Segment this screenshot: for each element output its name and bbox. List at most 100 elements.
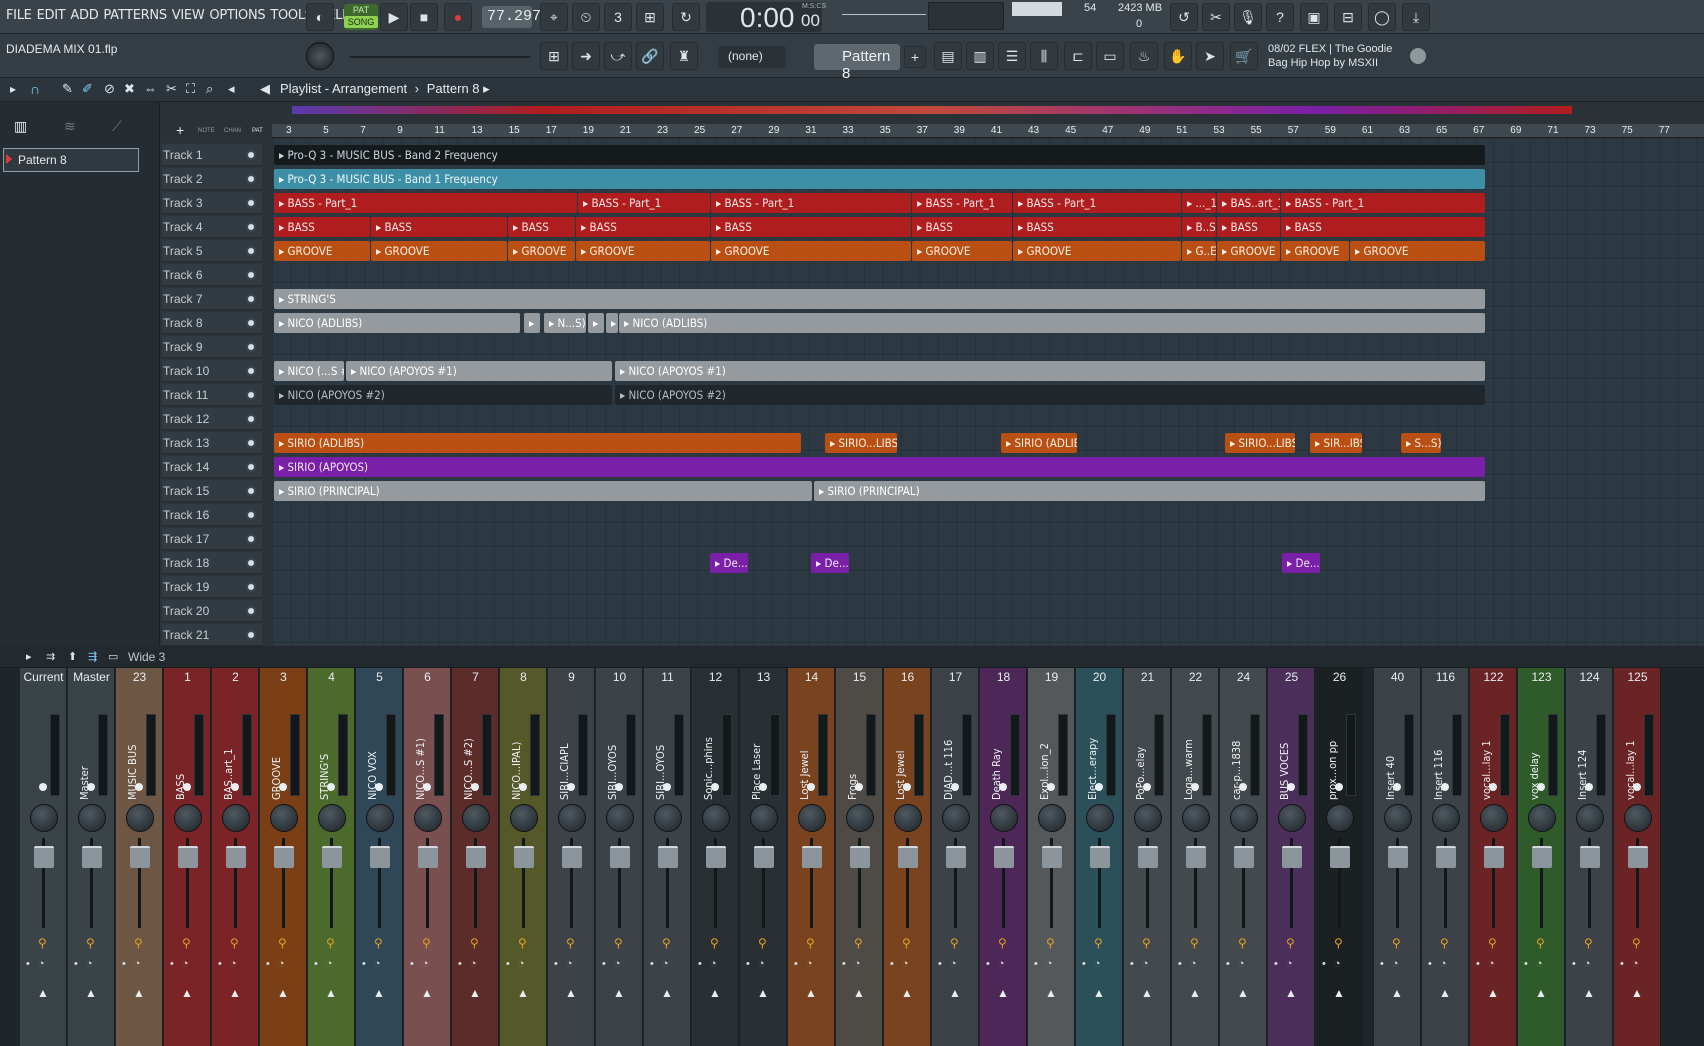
- send-arrow-icon[interactable]: ▲: [901, 986, 913, 1000]
- send-arrow-icon[interactable]: ▲: [1093, 986, 1105, 1000]
- mixer-track[interactable]: 10 SIRI...OYOS ⚲ •◔ ▲: [596, 668, 643, 1046]
- mixer-track[interactable]: 125 vocal...lay 1 ⚲ •◔ ▲: [1614, 668, 1661, 1046]
- mute-led-icon[interactable]: [711, 783, 719, 791]
- playback-tool-icon[interactable]: ◂: [228, 81, 235, 97]
- routing-icons[interactable]: •◔: [74, 958, 101, 970]
- routing-icons[interactable]: •◔: [1034, 958, 1061, 970]
- mixer-track[interactable]: 7 NICO...S #2) ⚲ •◔ ▲: [452, 668, 499, 1046]
- routing-icons[interactable]: •◔: [1380, 958, 1407, 970]
- volume-fader[interactable]: [994, 846, 1014, 868]
- playlist-clip[interactable]: ▸ NICO (APOYOS #2): [274, 385, 612, 405]
- playlist-clip[interactable]: ▸: [588, 313, 604, 333]
- playlist-clip[interactable]: ▸ SIR...IBS): [1310, 433, 1362, 453]
- lock-icon[interactable]: ⚲: [998, 936, 1007, 950]
- mute-led-icon[interactable]: [1441, 783, 1449, 791]
- playlist-clip[interactable]: ▸ De...y: [811, 553, 849, 573]
- mixer-track[interactable]: 14 Lost Jewel ⚲ •◔ ▲: [788, 668, 835, 1046]
- playlist-options-icon[interactable]: ▸: [10, 82, 16, 96]
- mute-led-icon[interactable]: [279, 783, 287, 791]
- track-header[interactable]: Track 15: [162, 480, 262, 502]
- playlist-clip[interactable]: ▸ G..E: [1182, 241, 1216, 261]
- playlist-clip[interactable]: ▸ BASS - Part_1: [578, 193, 710, 213]
- volume-fader[interactable]: [274, 846, 294, 868]
- slice-tool-icon[interactable]: ✂: [166, 81, 177, 97]
- slide-icon[interactable]: ⤻: [604, 42, 632, 70]
- download-icon[interactable]: ⤓: [1402, 3, 1430, 31]
- mute-led-icon[interactable]: [231, 783, 239, 791]
- send-arrow-icon[interactable]: ▲: [421, 986, 433, 1000]
- track-mute-led-icon[interactable]: [246, 414, 256, 424]
- track-header[interactable]: Track 10: [162, 360, 262, 382]
- mute-led-icon[interactable]: [1239, 783, 1247, 791]
- lock-icon[interactable]: ⚲: [38, 936, 47, 950]
- routing-icons[interactable]: •◔: [1130, 958, 1157, 970]
- slip-tool-icon[interactable]: ⇔: [144, 81, 157, 96]
- send-arrow-icon[interactable]: ▲: [709, 986, 721, 1000]
- audio-icon[interactable]: ≋: [64, 118, 76, 135]
- mute-led-icon[interactable]: [999, 783, 1007, 791]
- track-mute-led-icon[interactable]: [246, 270, 256, 280]
- mute-led-icon[interactable]: [1393, 783, 1401, 791]
- lock-icon[interactable]: ⚲: [182, 936, 191, 950]
- timeline-ruler[interactable]: 3 5 7 9 11 13 15 17 19 21 23 25 27 29 31 33 35 37 39 41 43 45…: [272, 124, 1704, 138]
- lock-icon[interactable]: ⚲: [86, 936, 95, 950]
- track-mute-led-icon[interactable]: [246, 174, 256, 184]
- routing-icons[interactable]: •◔: [602, 958, 629, 970]
- playlist-clip[interactable]: ▸ BASS - Part_1: [711, 193, 911, 213]
- pan-knob[interactable]: [894, 804, 922, 832]
- track-mute-led-icon[interactable]: [246, 222, 256, 232]
- routing-icons[interactable]: •◔: [26, 958, 53, 970]
- mixer-icon[interactable]: ⫼: [1030, 42, 1058, 70]
- lock-icon[interactable]: ⚲: [278, 936, 287, 950]
- mute-led-icon[interactable]: [375, 783, 383, 791]
- wait-input-icon[interactable]: ⏲: [572, 3, 600, 31]
- track-header[interactable]: Track 7: [162, 288, 262, 310]
- cut-icon[interactable]: ✂: [1202, 3, 1230, 31]
- countdown-icon[interactable]: 3: [604, 3, 632, 31]
- master-pitch-slider[interactable]: [350, 56, 530, 58]
- send-arrow-icon[interactable]: ▲: [1141, 986, 1153, 1000]
- send-arrow-icon[interactable]: ▲: [757, 986, 769, 1000]
- track-header[interactable]: Track 21: [162, 624, 262, 646]
- lock-icon[interactable]: ⚲: [470, 936, 479, 950]
- routing-icons[interactable]: •◔: [506, 958, 533, 970]
- pan-knob[interactable]: [1278, 804, 1306, 832]
- record-button[interactable]: ●: [444, 3, 472, 31]
- mixer-link-icon[interactable]: ⇶: [88, 650, 97, 663]
- touch-controller-icon[interactable]: ✋: [1164, 42, 1192, 70]
- track-mute-led-icon[interactable]: [246, 630, 256, 640]
- track-mute-led-icon[interactable]: [246, 294, 256, 304]
- volume-fader[interactable]: [370, 846, 390, 868]
- track-header[interactable]: Track 1: [162, 144, 262, 166]
- lock-icon[interactable]: ⚲: [1286, 936, 1295, 950]
- send-arrow-icon[interactable]: ▲: [1439, 986, 1451, 1000]
- send-arrow-icon[interactable]: ▲: [613, 986, 625, 1000]
- plugin-database-icon[interactable]: ♨: [1130, 42, 1158, 70]
- track-header[interactable]: Track 12: [162, 408, 262, 430]
- playlist-clip[interactable]: ▸ BAS..art_1: [1217, 193, 1280, 213]
- lock-icon[interactable]: ⚲: [614, 936, 623, 950]
- volume-fader[interactable]: [34, 846, 54, 868]
- volume-fader[interactable]: [610, 846, 630, 868]
- pan-knob[interactable]: [942, 804, 970, 832]
- track-header[interactable]: Track 11: [162, 384, 262, 406]
- playlist-clip[interactable]: ▸ BASS: [371, 217, 507, 237]
- track-mute-led-icon[interactable]: [246, 366, 256, 376]
- routing-icons[interactable]: •◔: [1226, 958, 1253, 970]
- mixer-track[interactable]: 5 NICO VOX ⚲ •◔ ▲: [356, 668, 403, 1046]
- routing-icons[interactable]: •◔: [458, 958, 485, 970]
- volume-fader[interactable]: [130, 846, 150, 868]
- mixer-track[interactable]: 24 car-p...1838 ⚲ •◔ ▲: [1220, 668, 1267, 1046]
- lock-icon[interactable]: ⚲: [1094, 936, 1103, 950]
- track-header[interactable]: Track 4: [162, 216, 262, 238]
- mixer-track[interactable]: 1 BASS ⚲ •◔ ▲: [164, 668, 211, 1046]
- lock-icon[interactable]: ⚲: [326, 936, 335, 950]
- mixer-track[interactable]: 26 prox...on pp ⚲ •◔ ▲: [1316, 668, 1363, 1046]
- mixer-track[interactable]: 19 Expl...ion_2 ⚲ •◔ ▲: [1028, 668, 1075, 1046]
- playlist-clip[interactable]: ▸: [606, 313, 618, 333]
- breadcrumb-pattern[interactable]: Pattern 8: [427, 81, 480, 96]
- volume-fader[interactable]: [1186, 846, 1206, 868]
- mixer-track[interactable]: 20 Elect...erapy ⚲ •◔ ▲: [1076, 668, 1123, 1046]
- lock-icon[interactable]: ⚲: [1440, 936, 1449, 950]
- pan-knob[interactable]: [702, 804, 730, 832]
